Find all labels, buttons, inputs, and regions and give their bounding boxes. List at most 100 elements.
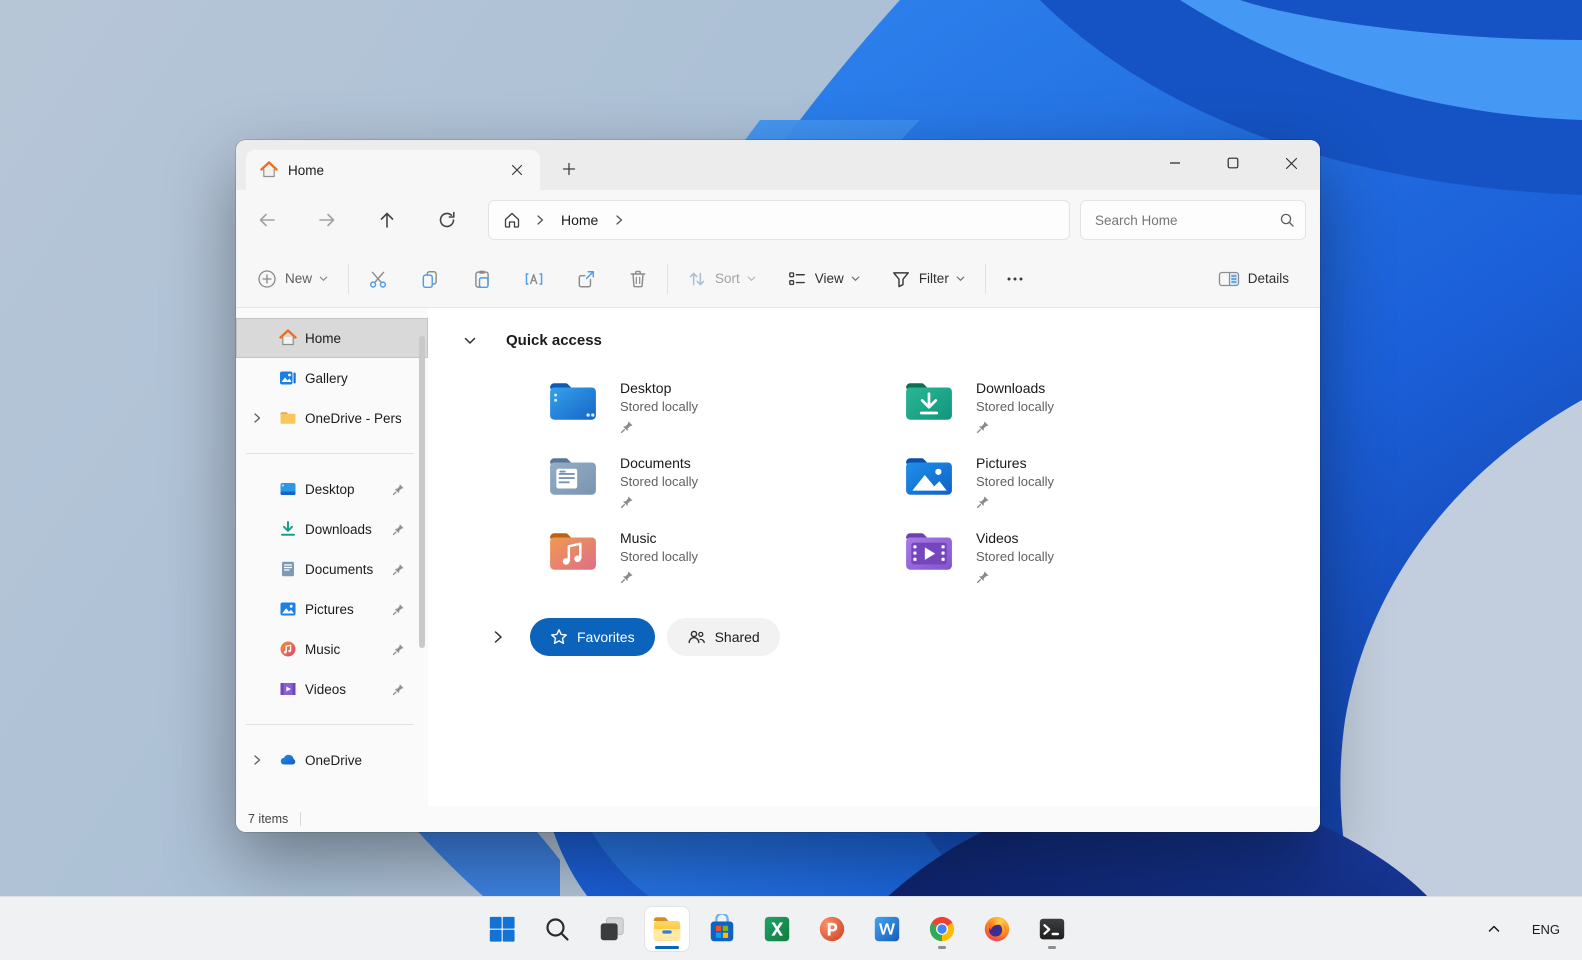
chevron-right-icon[interactable] <box>612 213 626 227</box>
pictures-folder-icon <box>906 458 952 495</box>
tile-downloads[interactable]: Downloads Stored locally <box>904 379 1260 454</box>
excel-button[interactable] <box>755 907 799 951</box>
chevron-up-icon[interactable] <box>1486 921 1502 937</box>
tile-name: Downloads <box>976 380 1046 396</box>
forward-button[interactable] <box>308 202 346 238</box>
chrome-button[interactable] <box>920 907 964 951</box>
favorites-tab[interactable]: Favorites <box>530 618 655 656</box>
filter-button[interactable]: Filter <box>882 260 975 298</box>
sidebar-item-documents[interactable]: Documents <box>236 549 428 589</box>
music-folder-icon <box>550 533 596 570</box>
close-icon <box>1285 157 1297 169</box>
sidebar-item-onedrive-personal[interactable]: OneDrive - Perso <box>236 398 428 438</box>
sidebar-item-downloads[interactable]: Downloads <box>236 509 428 549</box>
videos-folder-icon <box>906 533 952 570</box>
sort-icon <box>689 272 705 285</box>
language-indicator[interactable]: ENG <box>1532 922 1560 937</box>
sidebar-item-pictures[interactable]: Pictures <box>236 589 428 629</box>
plus-circle-icon <box>258 269 276 288</box>
start-button[interactable] <box>480 907 524 951</box>
delete-button[interactable] <box>619 260 657 298</box>
new-button-label: New <box>285 271 313 286</box>
chevron-right-icon[interactable] <box>250 753 264 767</box>
pin-icon <box>392 644 404 656</box>
refresh-button[interactable] <box>428 202 466 238</box>
chevron-down-icon[interactable] <box>462 333 478 349</box>
new-tab-button[interactable] <box>554 155 584 183</box>
shared-tab[interactable]: Shared <box>666 618 780 656</box>
sort-button[interactable]: Sort <box>678 260 766 298</box>
search-box[interactable] <box>1080 200 1306 240</box>
titlebar[interactable]: Home <box>236 140 1320 190</box>
chevron-down-icon <box>956 276 965 282</box>
sidebar-item-videos[interactable]: Videos <box>236 669 428 709</box>
tile-documents[interactable]: Documents Stored locally <box>548 454 904 529</box>
home-crumb-icon[interactable] <box>503 211 521 229</box>
powerpoint-button[interactable] <box>810 907 854 951</box>
tile-subtitle: Stored locally <box>620 399 699 414</box>
tile-name: Pictures <box>976 455 1027 471</box>
status-bar: 7 items <box>236 806 1320 832</box>
toolbar-divider <box>984 263 986 294</box>
more-options-button[interactable] <box>996 260 1034 298</box>
microsoft-store-button[interactable] <box>700 907 744 951</box>
rename-icon <box>525 272 543 285</box>
tab-close-button[interactable] <box>504 157 530 183</box>
cut-button[interactable] <box>359 260 397 298</box>
chevron-right-icon[interactable] <box>250 411 264 425</box>
minimize-button[interactable] <box>1146 140 1204 186</box>
sidebar-item-home[interactable]: Home <box>236 318 428 358</box>
sidebar-scrollbar[interactable] <box>419 336 425 648</box>
ellipsis-icon <box>1007 277 1023 280</box>
tile-name: Videos <box>976 530 1019 546</box>
task-view-button[interactable] <box>590 907 634 951</box>
new-button[interactable]: New <box>248 260 338 298</box>
pin-icon <box>392 604 404 616</box>
downloads-icon <box>281 521 295 536</box>
search-button[interactable] <box>535 907 579 951</box>
copy-button[interactable] <box>411 260 449 298</box>
sidebar-item-gallery[interactable]: Gallery <box>236 358 428 398</box>
maximize-button[interactable] <box>1204 140 1262 186</box>
details-button[interactable]: Details <box>1209 260 1304 298</box>
search-icon[interactable] <box>1279 212 1295 228</box>
rename-button[interactable] <box>515 260 553 298</box>
quick-access-tiles: Desktop Stored locally Downloads Stored … <box>548 379 1320 604</box>
chevron-right-icon[interactable] <box>490 629 506 645</box>
sections-row: Favorites Shared <box>490 618 1320 656</box>
quick-access-header[interactable]: Quick access <box>462 332 1320 349</box>
sort-button-label: Sort <box>715 271 740 286</box>
up-button[interactable] <box>368 202 406 238</box>
running-indicator <box>938 946 946 949</box>
close-window-button[interactable] <box>1262 140 1320 186</box>
sidebar-item-music[interactable]: Music <box>236 629 428 669</box>
sidebar-item-onedrive[interactable]: OneDrive <box>236 740 428 780</box>
tile-pictures[interactable]: Pictures Stored locally <box>904 454 1260 529</box>
explorer-tab-home[interactable]: Home <box>246 150 540 190</box>
share-button[interactable] <box>567 260 605 298</box>
file-explorer-button[interactable] <box>645 907 689 951</box>
firefox-button[interactable] <box>975 907 1019 951</box>
folder-icon <box>280 412 296 424</box>
view-button[interactable]: View <box>778 260 870 298</box>
tile-music[interactable]: Music Stored locally <box>548 529 904 604</box>
sidebar-item-label: Documents <box>305 561 374 577</box>
search-input[interactable] <box>1095 212 1279 228</box>
sidebar-item-desktop[interactable]: Desktop <box>236 469 428 509</box>
word-button[interactable] <box>865 907 909 951</box>
tile-name: Documents <box>620 455 691 471</box>
back-button[interactable] <box>248 202 286 238</box>
paste-button[interactable] <box>463 260 501 298</box>
sidebar-item-label: OneDrive - Perso <box>305 410 401 426</box>
tile-videos[interactable]: Videos Stored locally <box>904 529 1260 604</box>
pin-icon <box>976 496 989 509</box>
terminal-button[interactable] <box>1030 907 1074 951</box>
breadcrumb-item-home[interactable]: Home <box>561 212 598 228</box>
sidebar-divider <box>246 724 414 725</box>
navigation-bar: Home <box>236 190 1320 250</box>
desktop: Home Home Search Home New Sort View Filt… <box>0 0 1582 960</box>
breadcrumb-bar[interactable]: Home <box>488 200 1070 240</box>
tile-desktop[interactable]: Desktop Stored locally <box>548 379 904 454</box>
tile-name: Music <box>620 530 657 546</box>
taskbar-center <box>480 897 1074 960</box>
